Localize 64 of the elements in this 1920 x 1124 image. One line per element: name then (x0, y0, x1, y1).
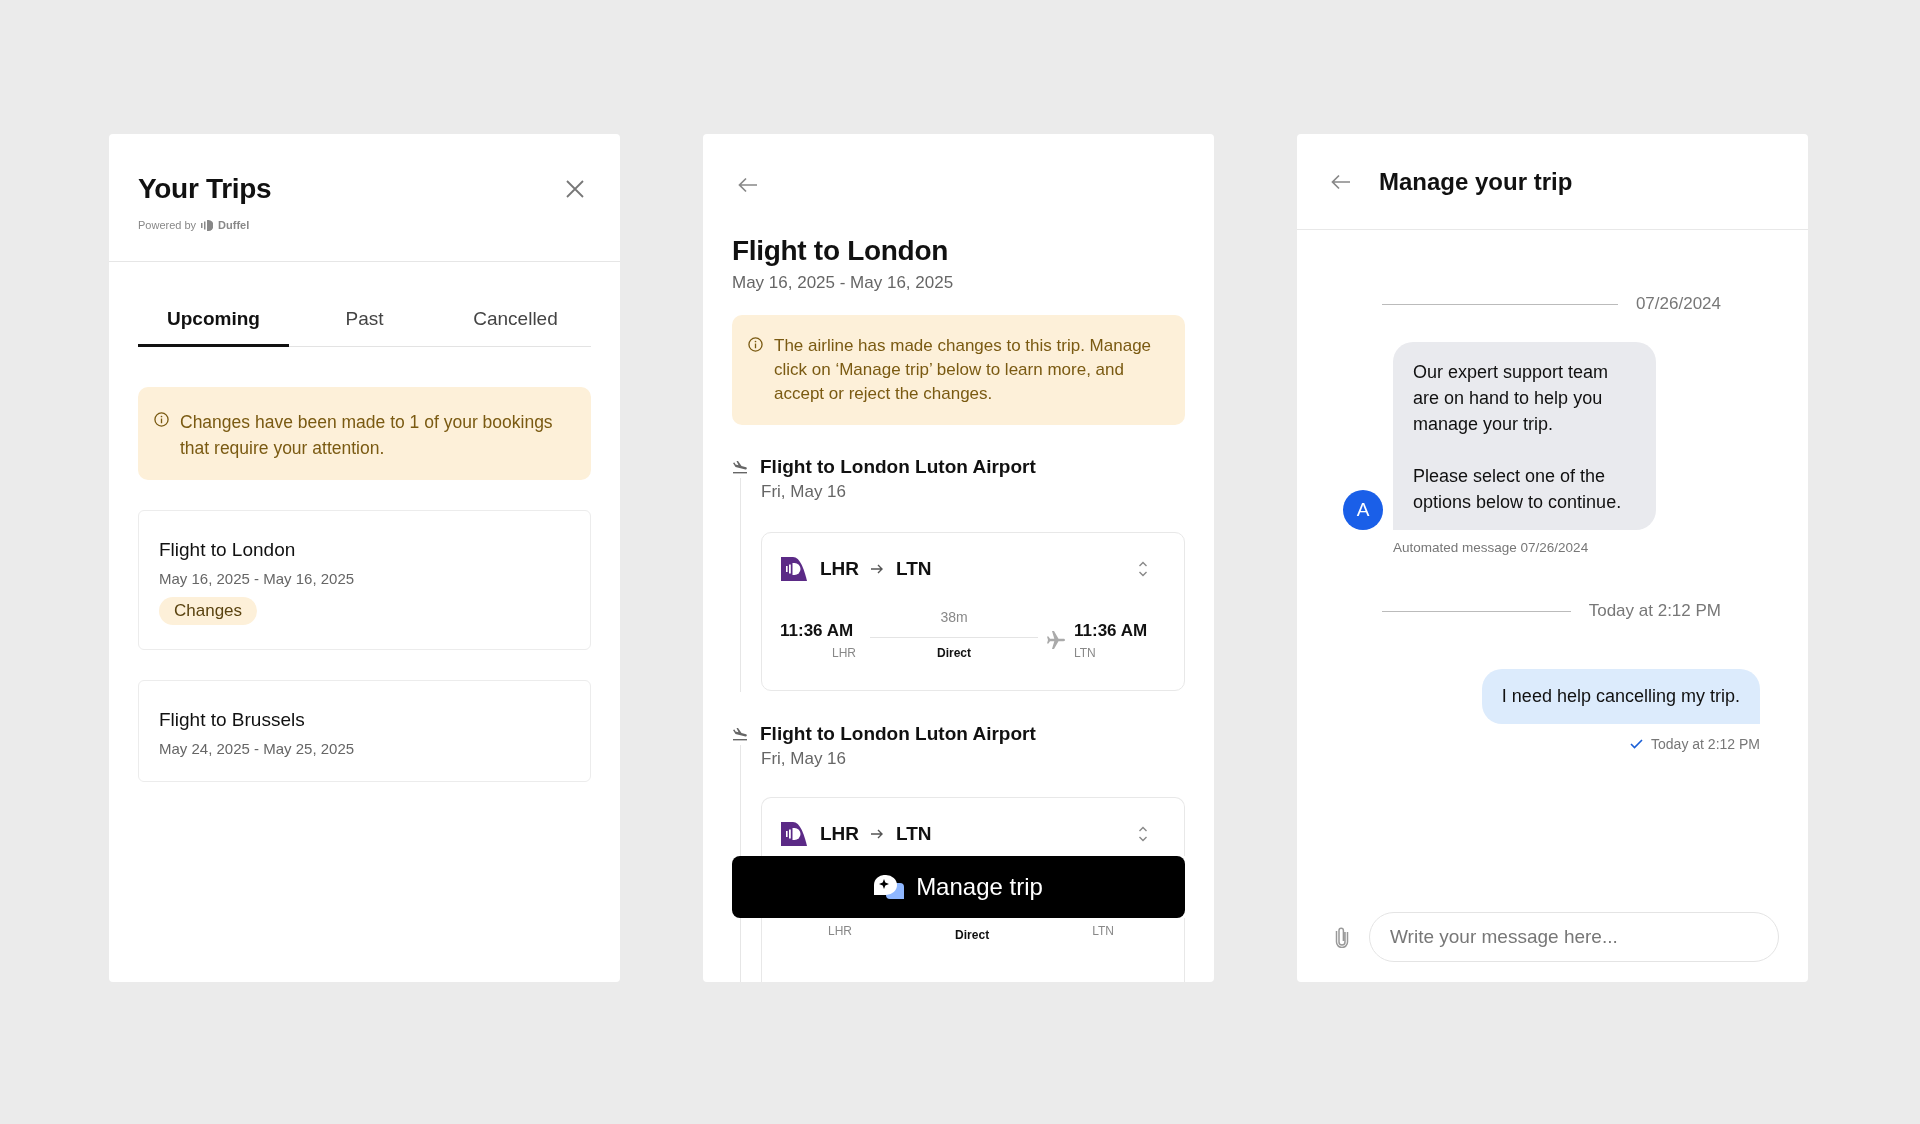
origin-code: LHR (828, 924, 852, 938)
destination-code: LTN (1092, 924, 1114, 938)
origin-code: LHR (831, 646, 857, 660)
destination-code: LTN (896, 558, 932, 580)
alert-message: The airline has made changes to this trip. Manage click on ‘Manage trip’ below to learn more, and accept or reject the changes. (774, 335, 1153, 405)
close-icon[interactable] (566, 180, 584, 198)
info-icon (748, 337, 763, 352)
trip-dates: May 16, 2025 - May 16, 2025 (159, 570, 356, 587)
manage-trip-button[interactable]: Manage trip (732, 856, 1185, 918)
trip-dates: May 16, 2025 - May 16, 2025 (732, 273, 955, 293)
date-separator: Today at 2:12 PM (1588, 601, 1721, 621)
airline-logo-icon (780, 555, 808, 583)
stops-label: Direct (937, 646, 971, 660)
tab[interactable]: Upcoming (138, 308, 289, 347)
arrow-right-icon (871, 829, 885, 839)
trip-title: Flight to Brussels (159, 709, 306, 731)
back-arrow-icon[interactable] (738, 177, 758, 193)
destination-code: LTN (896, 823, 932, 845)
plane-landing-icon (732, 727, 748, 741)
departure-time: 11:36 AM (780, 620, 855, 642)
plane-icon (1046, 631, 1066, 649)
trip-title: Flight to London (732, 234, 949, 268)
flight-duration: 38m (940, 609, 968, 627)
alert-message: Changes have been made to 1 of your bookings that require your attention. (180, 411, 554, 460)
segment-title: Flight to London Luton Airport (760, 723, 1036, 745)
expand-chevron-icon[interactable] (1138, 560, 1148, 578)
arrival-time: 11:36 AM (1074, 620, 1149, 642)
message-input-field[interactable]: Write your message here... (1369, 912, 1779, 962)
message-meta: Automated message 07/26/2024 (1393, 540, 1590, 555)
flight-card[interactable]: LHR Direct LTN (761, 918, 1185, 982)
tab[interactable]: Past (289, 308, 440, 347)
message-text: Please select one of the options below to continue. (1413, 465, 1623, 514)
airline-logo-icon (780, 820, 808, 848)
chat-sparkle-icon (874, 875, 905, 899)
expand-chevron-icon[interactable] (1138, 825, 1148, 843)
attachment-icon[interactable] (1335, 926, 1349, 948)
segment-title: Flight to London Luton Airport (760, 456, 1036, 478)
origin-code: LHR (820, 823, 860, 845)
powered-by-label: Powered by (138, 219, 197, 231)
changes-badge: Changes (159, 597, 258, 625)
trip-dates: May 24, 2025 - May 25, 2025 (159, 740, 356, 757)
message-meta: Today at 2:12 PM (1651, 736, 1760, 752)
message-bubble: I need help cancelling my trip. (1481, 669, 1760, 724)
origin-code: LHR (820, 558, 860, 580)
brand-name: Duffel (218, 219, 250, 231)
chat-title: Manage your trip (1379, 167, 1573, 196)
segment-date: Fri, May 16 (761, 749, 848, 769)
info-icon (154, 412, 169, 427)
arrow-right-icon (871, 564, 885, 574)
plane-landing-icon (732, 460, 748, 474)
message-text: Our expert support team are on hand to help you manage your trip. (1413, 361, 1610, 436)
trip-card[interactable]: Flight to London May 16, 2025 - May 16, 2025 Changes (138, 510, 591, 650)
trip-card[interactable]: Flight to Brussels May 24, 2025 - May 25, 2025 (138, 680, 591, 782)
destination-code: LTN (1074, 646, 1097, 660)
tab[interactable]: Cancelled (440, 308, 591, 347)
panel-title: Your Trips (138, 172, 272, 206)
date-separator: 07/26/2024 (1635, 294, 1721, 314)
brand-logo-icon (201, 219, 214, 231)
flight-card[interactable]: LHR LTN 11:36 AM LHR 38m Direct 11:36 AM LTN (761, 532, 1185, 691)
stops-label: Direct (955, 928, 990, 942)
back-arrow-icon[interactable] (1331, 173, 1351, 190)
segment-date: Fri, May 16 (761, 482, 848, 502)
avatar: A (1343, 490, 1383, 530)
trip-title: Flight to London (159, 539, 297, 561)
